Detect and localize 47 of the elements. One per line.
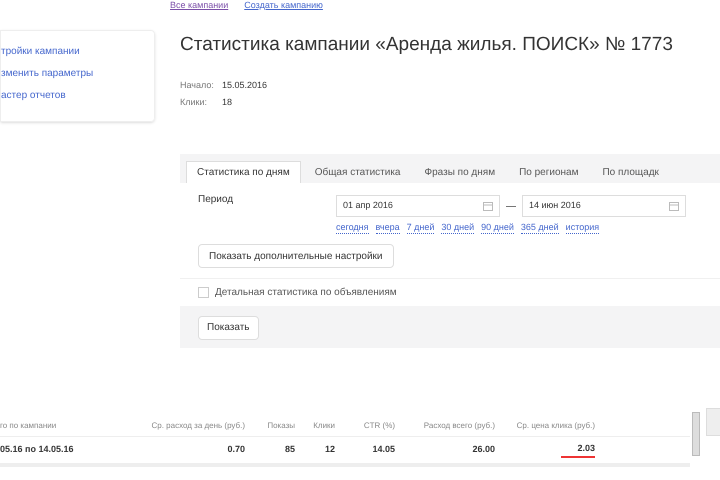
- table-cell-text: 0.70: [226, 443, 245, 456]
- table-cell-text: 26.00: [471, 443, 495, 456]
- column-header: CTR (%): [362, 420, 395, 432]
- table-cell-text: 14.05: [371, 443, 395, 456]
- sidebar-link[interactable]: астер отчетов: [1, 89, 154, 103]
- extra-settings-button[interactable]: Показать дополнительные настройки: [198, 244, 394, 268]
- tab[interactable]: Фразы по дням: [414, 161, 506, 183]
- period-preset-link[interactable]: сегодня: [336, 221, 368, 234]
- period-preset-link[interactable]: 365 дней: [520, 221, 559, 234]
- dash: —: [506, 200, 516, 214]
- meta-value: 15.05.2016: [222, 79, 268, 91]
- period-label: Период: [198, 193, 234, 207]
- scroll-handle[interactable]: [692, 412, 700, 456]
- top-link[interactable]: Создать кампанию: [244, 0, 323, 11]
- sidebar-link[interactable]: тройки кампании: [1, 45, 154, 59]
- tab[interactable]: Статистика по дням: [186, 161, 301, 183]
- table-cell: 2.03: [561, 442, 595, 458]
- tab[interactable]: По площадк: [592, 161, 669, 183]
- column-header: Ср. цена клика (руб.): [516, 420, 595, 432]
- column-header: го по кампании: [0, 420, 58, 432]
- meta-value: 18: [222, 96, 232, 108]
- column-header: Показы: [266, 420, 295, 432]
- calendar-icon: [669, 201, 679, 211]
- side-panel-edge: [706, 408, 720, 436]
- period-preset-link[interactable]: 30 дней: [441, 221, 474, 234]
- tab[interactable]: По регионам: [509, 161, 588, 183]
- period-preset-link[interactable]: 90 дней: [481, 221, 514, 234]
- period-preset-link[interactable]: история: [566, 221, 600, 234]
- page-title: Статистика кампании «Аренда жилья. ПОИСК» № 1773: [180, 33, 673, 57]
- show-button[interactable]: Показать: [198, 316, 259, 340]
- date-from-field[interactable]: 01 апр 2016: [336, 195, 500, 217]
- checkbox-label: Детальная статистика по объявлениям: [215, 286, 397, 300]
- top-link[interactable]: Все кампании: [170, 0, 228, 11]
- column-header: Ср. расход за день (руб.): [150, 420, 245, 432]
- column-header: Клики: [312, 420, 335, 432]
- sidebar-link[interactable]: зменить параметры: [1, 67, 154, 81]
- table-cell-text: 12: [324, 443, 335, 456]
- tab[interactable]: Общая статистика: [304, 161, 410, 183]
- meta-label: Клики:: [180, 96, 208, 108]
- table-cell-text: 85: [284, 443, 295, 456]
- column-header: Расход всего (руб.): [422, 420, 495, 432]
- date-to-field[interactable]: 14 июн 2016: [522, 195, 686, 217]
- table-cell-text: 05.16 по 14.05.16: [0, 443, 74, 456]
- period-preset-link[interactable]: 7 дней: [406, 221, 434, 234]
- checkbox[interactable]: [198, 287, 209, 298]
- calendar-icon: [483, 201, 493, 211]
- period-preset-link[interactable]: вчера: [376, 221, 400, 234]
